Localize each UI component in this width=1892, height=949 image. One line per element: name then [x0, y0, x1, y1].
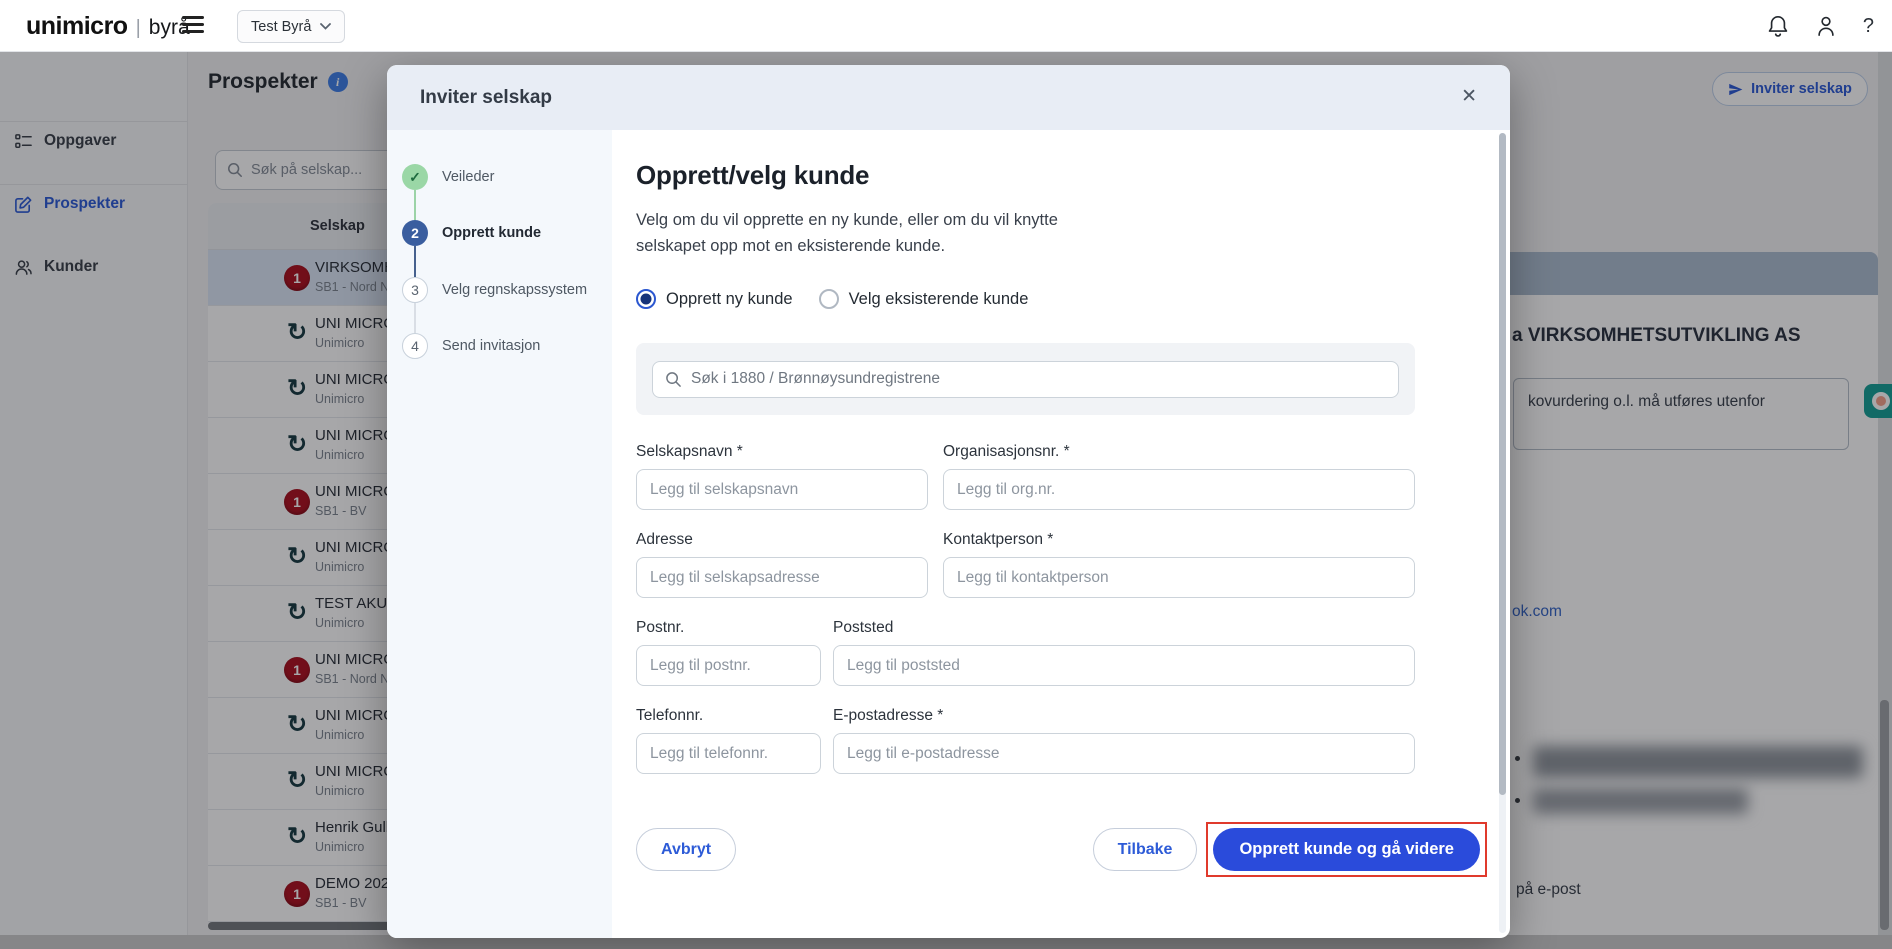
- radio-select-existing-customer[interactable]: Velg eksisterende kunde: [819, 289, 1029, 309]
- step-label: Send invitasjon: [442, 338, 540, 354]
- step-number: 4: [402, 333, 428, 359]
- hamburger-menu-icon[interactable]: [182, 16, 204, 34]
- chevron-down-icon: [320, 23, 331, 30]
- step-4[interactable]: 4 Send invitasjon: [402, 333, 540, 359]
- field-adresse: Adresse: [636, 531, 928, 598]
- modal-title: Inviter selskap: [420, 87, 552, 109]
- org-selector-dropdown[interactable]: Test Byrå: [237, 10, 345, 43]
- step-connector: [414, 246, 416, 277]
- registry-search-box[interactable]: [652, 361, 1399, 398]
- step-label: Veileder: [442, 169, 494, 185]
- organisasjonsnr-input[interactable]: [943, 469, 1415, 510]
- step-1[interactable]: ✓ Veileder: [402, 164, 494, 190]
- check-icon: ✓: [402, 164, 428, 190]
- field-kontaktperson: Kontaktperson *: [943, 531, 1415, 598]
- radio-label: Opprett ny kunde: [666, 290, 793, 309]
- field-label: Postnr.: [636, 619, 821, 637]
- field-label: Organisasjonsnr. *: [943, 443, 1415, 461]
- radio-icon: [819, 289, 839, 309]
- user-account-icon[interactable]: [1815, 14, 1837, 38]
- step-number: 2: [402, 220, 428, 246]
- registry-search-input[interactable]: [691, 370, 1398, 388]
- selskapsnavn-input[interactable]: [636, 469, 928, 510]
- invite-company-modal: Inviter selskap ✕ ✓ Veileder 2 Opprett kund…: [387, 65, 1510, 938]
- notifications-bell-icon[interactable]: [1767, 14, 1789, 38]
- modal-footer: Avbryt Tilbake Opprett kunde og gå vider…: [636, 828, 1480, 871]
- field-label: Selskapsnavn *: [636, 443, 928, 461]
- field-organisasjonsnr: Organisasjonsnr. *: [943, 443, 1415, 510]
- field-postnr: Postnr.: [636, 619, 821, 686]
- cancel-button[interactable]: Avbryt: [636, 828, 736, 871]
- logo-divider: |: [136, 17, 141, 40]
- modal-content: Opprett/velg kunde Velg om du vil oppret…: [612, 130, 1510, 938]
- modal-scrollbar[interactable]: [1499, 133, 1506, 795]
- field-label: Poststed: [833, 619, 1415, 637]
- step-3[interactable]: 3 Velg regnskapssystem: [402, 277, 587, 303]
- step-connector: [414, 303, 416, 333]
- step-connector: [414, 190, 416, 220]
- field-selskapsnavn: Selskapsnavn *: [636, 443, 928, 510]
- modal-heading: Opprett/velg kunde: [636, 160, 1510, 191]
- stepper: ✓ Veileder 2 Opprett kunde 3 Velg regnskapssy…: [387, 130, 612, 938]
- kontaktperson-input[interactable]: [943, 557, 1415, 598]
- telefonnr-input[interactable]: [636, 733, 821, 774]
- top-bar: unimicro | byrå Test Byrå ?: [0, 0, 1892, 52]
- field-label: Adresse: [636, 531, 928, 549]
- app-logo: unimicro | byrå: [26, 12, 190, 41]
- field-poststed: Poststed: [833, 619, 1415, 686]
- step-label: Velg regnskapssystem: [442, 282, 587, 298]
- poststed-input[interactable]: [833, 645, 1415, 686]
- modal-description: Velg om du vil opprette en ny kunde, ell…: [636, 207, 1116, 259]
- field-label: Kontaktperson *: [943, 531, 1415, 549]
- radio-label: Velg eksisterende kunde: [849, 290, 1029, 309]
- adresse-input[interactable]: [636, 557, 928, 598]
- org-selector-label: Test Byrå: [251, 19, 311, 35]
- postnr-input[interactable]: [636, 645, 821, 686]
- modal-header: Inviter selskap ✕: [387, 65, 1510, 130]
- help-icon[interactable]: ?: [1863, 15, 1874, 38]
- step-number: 3: [402, 277, 428, 303]
- radio-create-new-customer[interactable]: Opprett ny kunde: [636, 289, 793, 309]
- field-epostadresse: E-postadresse *: [833, 707, 1415, 774]
- field-telefonnr: Telefonnr.: [636, 707, 821, 774]
- logo-primary: unimicro: [26, 12, 128, 41]
- customer-choice-radios: Opprett ny kunde Velg eksisterende kunde: [636, 289, 1510, 309]
- registry-search-panel: [636, 343, 1415, 415]
- search-icon: [665, 371, 682, 388]
- submit-button[interactable]: Opprett kunde og gå videre: [1213, 828, 1480, 871]
- field-label: Telefonnr.: [636, 707, 821, 725]
- epostadresse-input[interactable]: [833, 733, 1415, 774]
- close-icon[interactable]: ✕: [1461, 85, 1477, 108]
- field-label: E-postadresse *: [833, 707, 1415, 725]
- step-2[interactable]: 2 Opprett kunde: [402, 220, 541, 246]
- back-button[interactable]: Tilbake: [1093, 828, 1198, 871]
- radio-icon: [636, 289, 656, 309]
- step-label: Opprett kunde: [442, 225, 541, 241]
